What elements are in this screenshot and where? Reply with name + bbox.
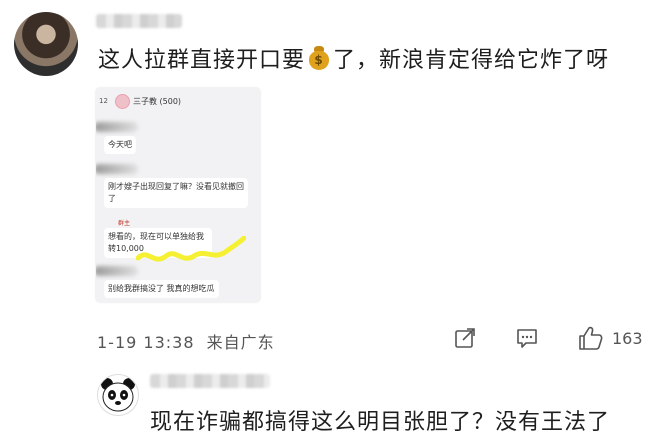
chat-message: 今天吧: [104, 136, 136, 154]
username-blurred[interactable]: [96, 14, 182, 28]
chat-message: 刚才嫂子出现回复了嘛？没看见就撤回了: [104, 178, 248, 208]
panda-avatar[interactable]: [97, 374, 139, 416]
comment-text: 这人拉群直接开口要 $ 了，新浪肯定得给它炸了呀: [98, 42, 609, 74]
sender-tag: 群主: [118, 220, 131, 227]
money-bag-icon: $: [307, 45, 331, 71]
blurred-avatar: [96, 164, 138, 174]
chat-header-number: 12: [99, 97, 108, 105]
username-blurred[interactable]: [150, 374, 270, 388]
chat-message: 别给我群搞没了 我真的想吃瓜: [104, 280, 219, 298]
attached-chat-screenshot[interactable]: 12 三子教 (500) 今天吧 刚才嫂子出现回复了嘛？没看见就撤回了 群主 想…: [96, 88, 260, 302]
comment2-text: 现在诈骗都搞得这么明目张胆了？没有王法了: [150, 410, 611, 435]
panda-icon: [101, 378, 135, 412]
group-avatar: [115, 94, 130, 109]
blurred-avatar: [96, 266, 138, 276]
blurred-avatar: [96, 122, 138, 132]
comment-time: 1-19 13:38: [97, 333, 195, 352]
comment-icon[interactable]: [516, 327, 538, 349]
comment-text-part2: 了，新浪肯定得给它炸了呀: [333, 48, 610, 73]
like-count: 163: [612, 329, 643, 348]
chat-group-name: 三子教 (500): [133, 97, 182, 106]
highlight-squiggle: [136, 236, 246, 262]
comment-text-part1: 这人拉群直接开口要: [98, 48, 306, 73]
comment-meta: 1-19 13:38 来自广东: [97, 329, 275, 353]
user-avatar[interactable]: [14, 12, 78, 76]
comment-location: 来自广东: [206, 333, 275, 352]
like-icon[interactable]: [577, 325, 603, 351]
share-icon[interactable]: [454, 327, 476, 349]
